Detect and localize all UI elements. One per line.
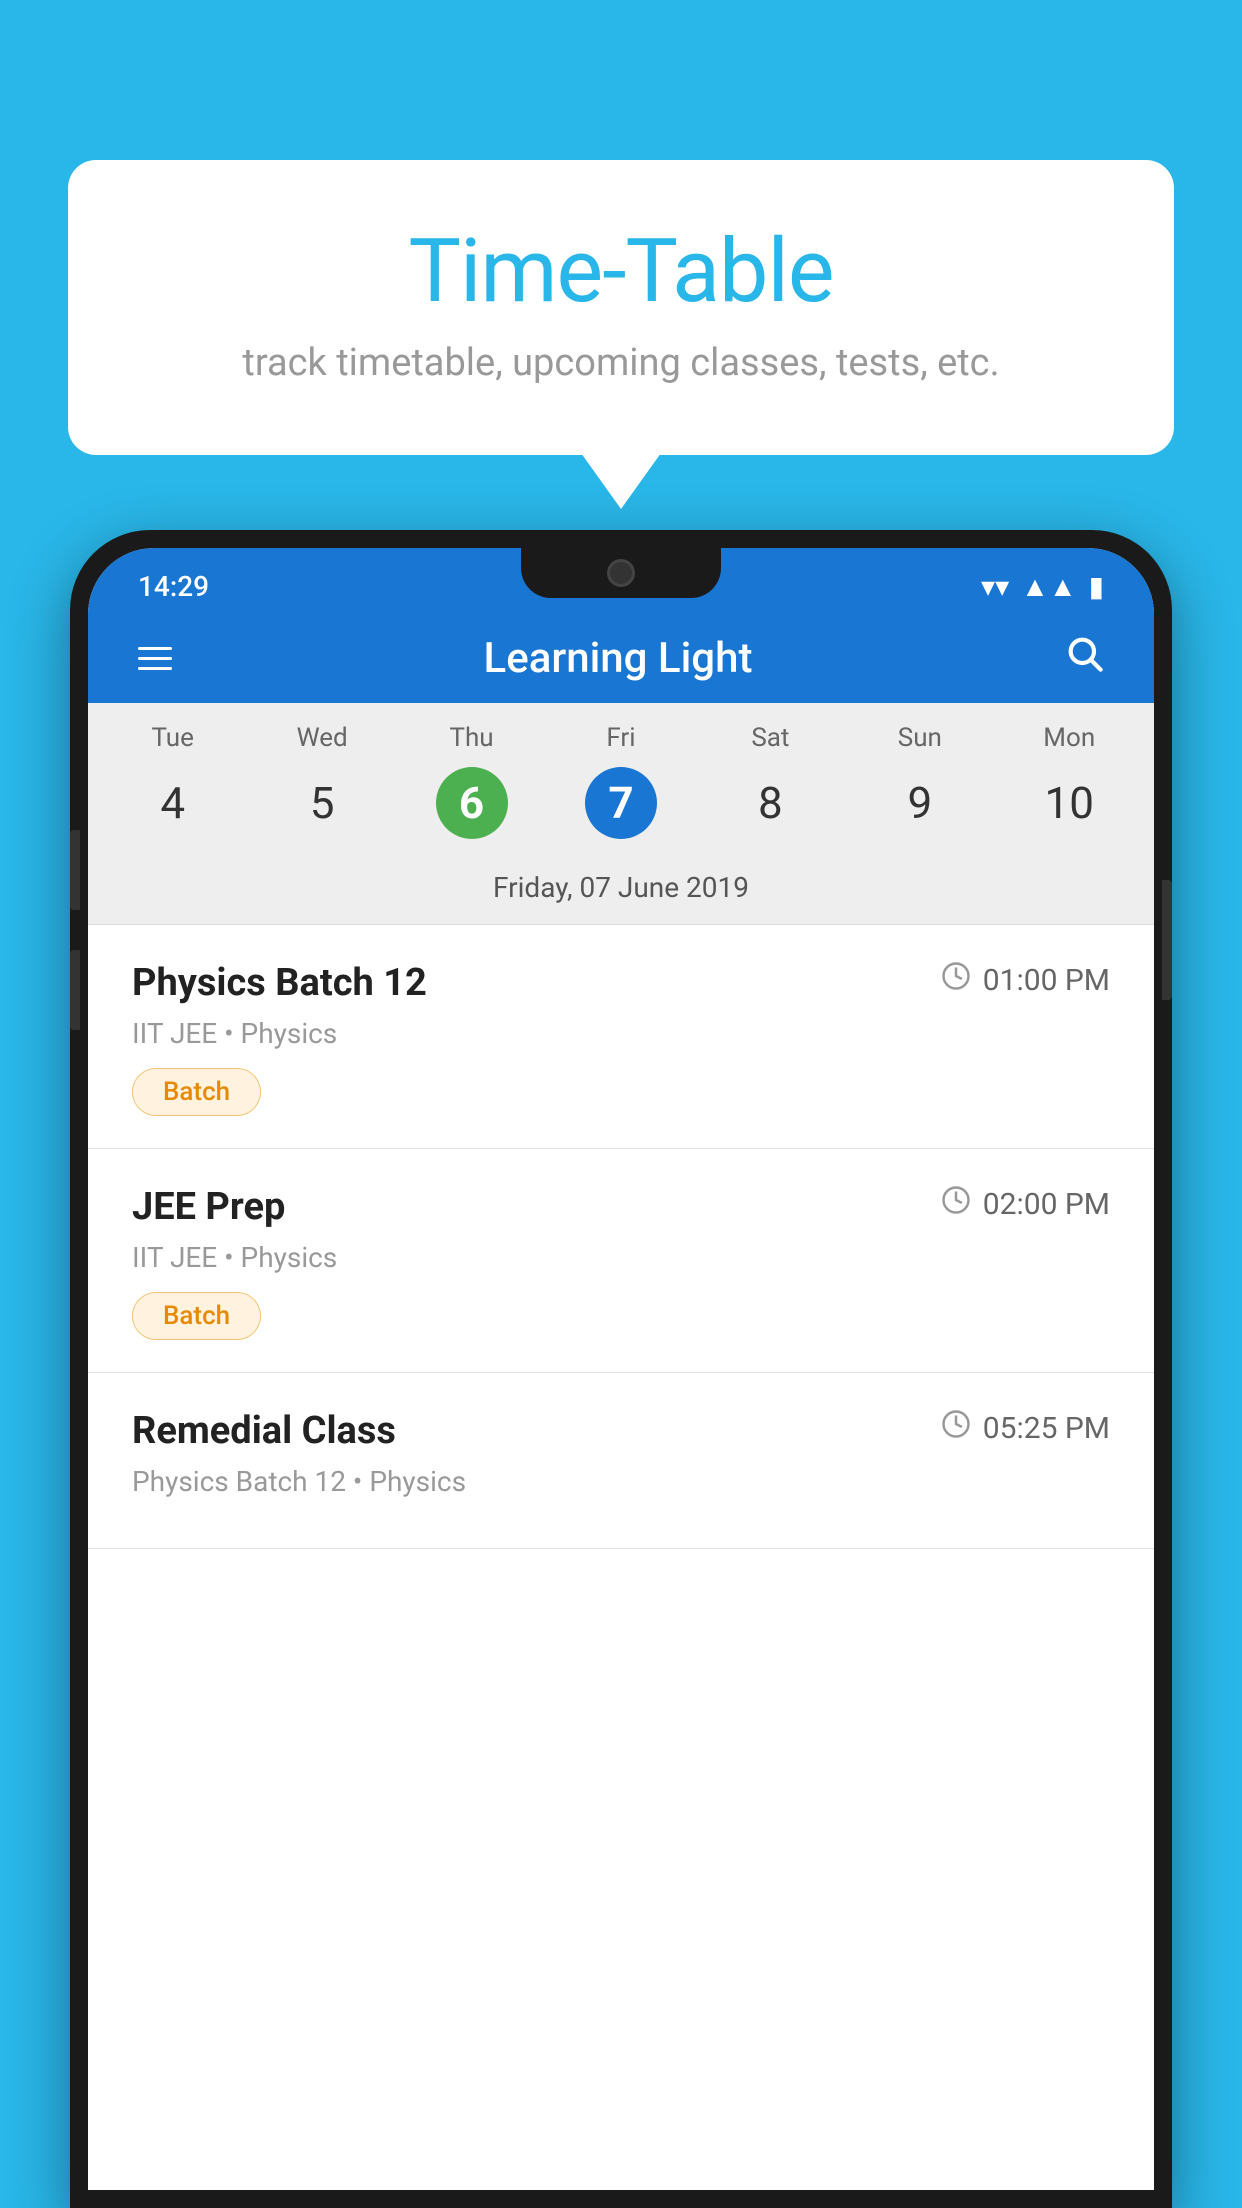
day-label: Sun <box>898 723 942 753</box>
day-number: 10 <box>1033 767 1105 839</box>
card-subtitle: track timetable, upcoming classes, tests… <box>148 341 1094 385</box>
clock-icon <box>941 1409 971 1447</box>
day-number: 9 <box>884 767 956 839</box>
schedule-item-category: IIT JEE • Physics <box>132 1017 1110 1050</box>
schedule-item[interactable]: JEE Prep 02:00 PM IIT JEE • Physics Batch <box>88 1149 1154 1373</box>
app-bar: Learning Light <box>88 613 1154 703</box>
selected-date-label: Friday, 07 June 2019 <box>88 855 1154 925</box>
day-label: Tue <box>151 723 193 753</box>
calendar-day-thu[interactable]: Thu 6 <box>397 723 546 855</box>
phone-screen: 14:29 ▾▾ ▲▲ ▮ Learning Light <box>88 548 1154 2190</box>
day-label: Mon <box>1043 723 1095 753</box>
batch-badge: Batch <box>132 1068 261 1116</box>
day-label: Thu <box>449 723 493 753</box>
time-text: 01:00 PM <box>983 963 1110 998</box>
volume-up-button <box>70 830 80 910</box>
calendar-day-fri[interactable]: Fri 7 <box>546 723 695 855</box>
battery-icon: ▮ <box>1089 570 1104 603</box>
schedule-item-time: 02:00 PM <box>941 1185 1110 1223</box>
day-label: Sat <box>751 723 789 753</box>
day-label: Fri <box>606 723 635 753</box>
day-number: 4 <box>137 767 209 839</box>
phone-notch <box>521 548 721 598</box>
phone-camera <box>607 559 635 587</box>
calendar-day-sun[interactable]: Sun 9 <box>845 723 994 855</box>
phone-frame: 14:29 ▾▾ ▲▲ ▮ Learning Light <box>70 530 1172 2208</box>
batch-badge: Batch <box>132 1292 261 1340</box>
schedule-item-name: Remedial Class <box>132 1409 396 1453</box>
schedule-item-category: IIT JEE • Physics <box>132 1241 1110 1274</box>
status-icons: ▾▾ ▲▲ ▮ <box>981 570 1104 603</box>
card-title: Time-Table <box>148 220 1094 323</box>
time-text: 02:00 PM <box>983 1187 1110 1222</box>
app-bar-title: Learning Light <box>484 634 753 683</box>
power-button <box>1162 880 1172 1000</box>
clock-icon <box>941 961 971 999</box>
search-icon[interactable] <box>1064 633 1104 683</box>
day-label: Wed <box>297 723 348 753</box>
schedule-item[interactable]: Physics Batch 12 01:00 PM IIT JEE • Physic… <box>88 925 1154 1149</box>
schedule-list: Physics Batch 12 01:00 PM IIT JEE • Physic… <box>88 925 1154 2190</box>
signal-icon: ▲▲ <box>1021 570 1076 603</box>
calendar-strip: Tue 4 Wed 5 Thu 6 Fri 7 Sat 8 Sun 9 Mon 10 Friday, 07… <box>88 703 1154 925</box>
info-card: Time-Table track timetable, upcoming cla… <box>68 160 1174 455</box>
status-time: 14:29 <box>138 570 209 603</box>
wifi-icon: ▾▾ <box>981 570 1009 603</box>
schedule-item-time: 05:25 PM <box>941 1409 1110 1447</box>
schedule-item-name: Physics Batch 12 <box>132 961 427 1005</box>
day-number: 6 <box>436 767 508 839</box>
volume-down-button <box>70 950 80 1030</box>
schedule-item[interactable]: Remedial Class 05:25 PM Physics Batch 12 •… <box>88 1373 1154 1549</box>
day-number: 5 <box>286 767 358 839</box>
schedule-item-category: Physics Batch 12 • Physics <box>132 1465 1110 1498</box>
clock-icon <box>941 1185 971 1223</box>
calendar-day-tue[interactable]: Tue 4 <box>98 723 247 855</box>
days-row: Tue 4 Wed 5 Thu 6 Fri 7 Sat 8 Sun 9 Mon 10 <box>88 723 1154 855</box>
schedule-item-name: JEE Prep <box>132 1185 285 1229</box>
calendar-day-sat[interactable]: Sat 8 <box>696 723 845 855</box>
schedule-item-time: 01:00 PM <box>941 961 1110 999</box>
calendar-day-mon[interactable]: Mon 10 <box>995 723 1144 855</box>
time-text: 05:25 PM <box>983 1411 1110 1446</box>
hamburger-menu-button[interactable] <box>138 647 172 670</box>
day-number: 8 <box>734 767 806 839</box>
calendar-day-wed[interactable]: Wed 5 <box>247 723 396 855</box>
day-number: 7 <box>585 767 657 839</box>
